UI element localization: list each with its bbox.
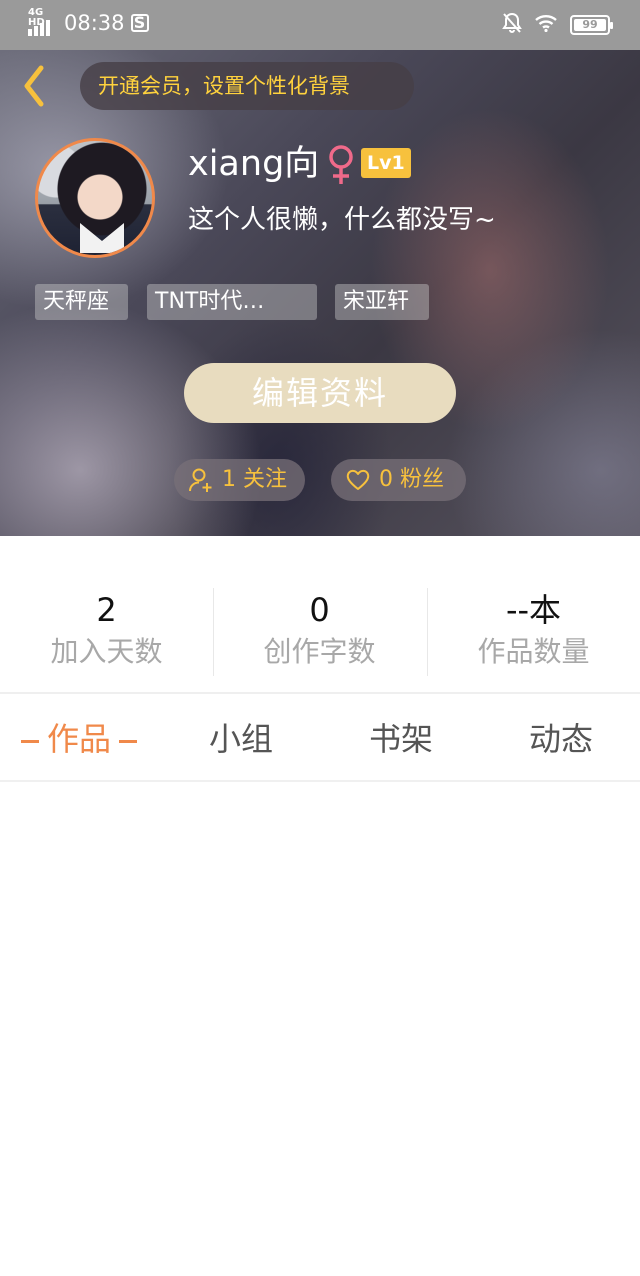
stats-panel: 2 加入天数 0 创作字数 --本 作品数量 [0,536,640,694]
stat-value: 0 [309,591,330,629]
status-time: 08:38 [64,11,125,35]
battery-level: 99 [574,19,606,31]
add-user-icon [189,468,212,492]
stat-label: 作品数量 [477,635,590,668]
back-button[interactable] [12,64,56,108]
mute-bell-icon [502,12,522,38]
tab-content-area [0,784,640,1276]
tab-bookshelf[interactable]: 书架 [330,696,472,782]
username: xiang向 [188,144,320,184]
stat-works-count: --本 作品数量 [427,588,640,672]
tab-label: 动态 [528,720,593,758]
tab-label: 书架 [368,720,433,758]
fans-count: 0 粉丝 [379,467,444,492]
following-count: 1 关注 [222,467,287,492]
cellular-signal-icon: 4G HD [28,8,58,36]
edit-profile-button[interactable]: 编辑资料 [184,363,456,423]
tab-label: 小组 [208,720,273,758]
level-badge: Lv1 [361,148,411,178]
profile-tag[interactable]: 宋亚轩 [335,284,429,320]
profile-tag[interactable]: 天秤座 [35,284,128,320]
stat-join-days: 2 加入天数 [0,588,213,672]
battery-icon: 99 [570,15,613,35]
chevron-left-icon [24,65,44,107]
tab-groups[interactable]: 小组 [170,696,312,782]
status-left: 4G HD 08:38 S [28,8,149,36]
stat-label: 加入天数 [50,635,163,668]
following-button[interactable]: 1 关注 [174,459,305,501]
vip-background-banner[interactable]: 开通会员，设置个性化背景 [80,62,414,110]
female-icon [329,145,353,184]
profile-tabs: 作品 小组 书架 动态 [0,696,640,782]
notification-app-icon: S [130,14,149,32]
stat-value: 2 [96,591,117,629]
stat-label: 创作字数 [263,635,376,668]
heart-icon [346,469,370,490]
bio-text: 这个人很懒，什么都没写~ [188,205,496,235]
stat-word-count: 0 创作字数 [213,588,426,672]
profile-tag[interactable]: TNT时代… [147,284,317,320]
tab-activity[interactable]: 动态 [490,696,632,782]
wifi-icon [534,14,558,36]
status-bar: 4G HD 08:38 S 99 [0,0,640,50]
stat-value: --本 [505,591,562,629]
tab-works[interactable]: 作品 [8,696,150,782]
avatar[interactable] [35,138,155,258]
status-right: 99 [502,12,613,38]
tab-label: 作品 [46,720,111,758]
profile-header: 开通会员，设置个性化背景 xiang向 Lv1 这个人很懒，什么都没写~ 天秤座… [0,50,640,536]
fans-button[interactable]: 0 粉丝 [331,459,466,501]
